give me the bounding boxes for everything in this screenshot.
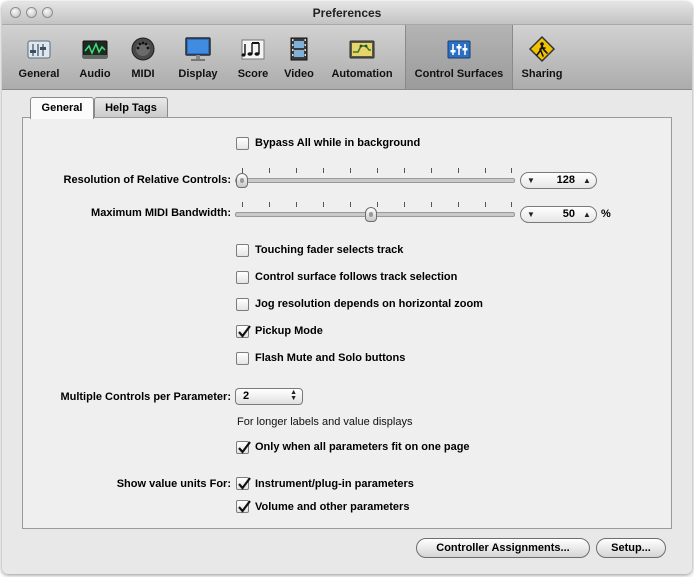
toolbar-item-control-surfaces[interactable]: Control Surfaces [405, 25, 513, 89]
bandwidth-stepper[interactable]: ▼ 50 ▲ [520, 206, 597, 223]
automation-icon [349, 40, 375, 59]
toolbar-item-sharing[interactable]: Sharing [514, 25, 570, 89]
toolbar-label-video: Video [284, 68, 314, 80]
touching-fader-label: Touching fader selects track [255, 244, 404, 256]
decrement-icon[interactable]: ▼ [527, 210, 535, 219]
resolution-stepper[interactable]: ▼ 128 ▲ [520, 172, 597, 189]
instrument-units-checkbox[interactable] [236, 477, 251, 490]
volume-units-checkbox[interactable] [236, 500, 251, 513]
pickup-mode-label: Pickup Mode [255, 325, 323, 337]
score-icon [241, 39, 265, 60]
toolbar-label-automation: Automation [331, 68, 393, 80]
toolbar-label-control-surfaces: Control Surfaces [414, 68, 504, 80]
window-title: Preferences [312, 6, 382, 20]
general-icon [27, 40, 51, 59]
toolbar-label-midi: MIDI [131, 68, 155, 80]
bandwidth-label: Maximum MIDI Bandwidth: [91, 207, 231, 219]
toolbar-label-sharing: Sharing [521, 68, 563, 80]
follows-track-selection-label: Control surface follows track selection [255, 271, 458, 283]
toolbar-item-audio[interactable]: Audio [72, 25, 118, 89]
resolution-label: Resolution of Relative Controls: [63, 174, 231, 186]
midi-icon [131, 37, 155, 61]
checkmark-icon [238, 325, 251, 338]
toolbar-label-general: General [18, 68, 60, 80]
multiple-controls-hint: For longer labels and value displays [237, 416, 413, 428]
resolution-slider[interactable] [235, 162, 515, 192]
audio-icon [82, 40, 108, 59]
decrement-icon[interactable]: ▼ [527, 176, 535, 185]
multiple-controls-value: 2 [243, 390, 250, 402]
toolbar-item-midi[interactable]: MIDI [120, 25, 166, 89]
display-icon [185, 37, 211, 61]
toolbar-label-audio: Audio [79, 68, 111, 80]
flash-mute-solo-label: Flash Mute and Solo buttons [255, 352, 406, 364]
setup-button[interactable]: Setup... [596, 538, 666, 558]
toolbar-item-score[interactable]: Score [230, 25, 276, 89]
bandwidth-value: 50 [562, 208, 575, 220]
checkmark-icon [238, 500, 251, 513]
show-units-label: Show value units For: [116, 478, 231, 490]
bandwidth-unit: % [601, 208, 611, 220]
pickup-mode-checkbox[interactable] [236, 325, 251, 338]
bandwidth-slider[interactable] [235, 196, 515, 226]
touching-fader-checkbox[interactable] [236, 244, 249, 257]
multiple-controls-popup[interactable]: 2 ▲ ▼ [235, 388, 303, 405]
tab-help-tags[interactable]: Help Tags [94, 97, 168, 118]
resolution-slider-knob[interactable] [236, 173, 248, 188]
increment-icon[interactable]: ▲ [583, 176, 591, 185]
title-bar: Preferences [2, 2, 692, 25]
checkmark-icon [238, 477, 251, 490]
bypass-checkbox[interactable] [236, 137, 249, 150]
sharing-icon [528, 35, 556, 63]
bandwidth-slider-knob[interactable] [365, 207, 377, 222]
toolbar-item-automation[interactable]: Automation [322, 25, 402, 89]
tab-general[interactable]: General [30, 97, 94, 119]
only-when-fit-checkbox[interactable] [236, 441, 251, 454]
toolbar-label-score: Score [237, 68, 269, 80]
instrument-units-label: Instrument/plug-in parameters [255, 478, 414, 490]
bypass-label: Bypass All while in background [255, 137, 421, 149]
follows-track-selection-checkbox[interactable] [236, 271, 249, 284]
toolbar-item-display[interactable]: Display [168, 25, 228, 89]
volume-units-label: Volume and other parameters [255, 501, 410, 513]
resolution-value: 128 [556, 174, 575, 186]
updown-arrows-icon: ▲ ▼ [290, 389, 297, 402]
toolbar-label-display: Display [178, 68, 218, 80]
flash-mute-solo-checkbox[interactable] [236, 352, 249, 365]
checkmark-icon [238, 441, 251, 454]
only-when-fit-label: Only when all parameters fit on one page [255, 441, 470, 453]
toolbar-item-video[interactable]: Video [276, 25, 322, 89]
settings-panel: Bypass All while in background Resolutio… [22, 117, 672, 529]
control-surfaces-icon [447, 40, 471, 59]
increment-icon[interactable]: ▲ [583, 210, 591, 219]
jog-resolution-label: Jog resolution depends on horizontal zoo… [255, 298, 483, 310]
controller-assignments-button[interactable]: Controller Assignments... [416, 538, 590, 558]
video-icon [290, 37, 308, 61]
jog-resolution-checkbox[interactable] [236, 298, 249, 311]
toolbar-item-general[interactable]: General [8, 25, 70, 89]
preferences-window: Preferences General Audio MIDI Display S… [2, 2, 692, 574]
multiple-controls-label: Multiple Controls per Parameter: [60, 391, 231, 403]
preferences-toolbar: General Audio MIDI Display Score Video A… [2, 25, 692, 90]
